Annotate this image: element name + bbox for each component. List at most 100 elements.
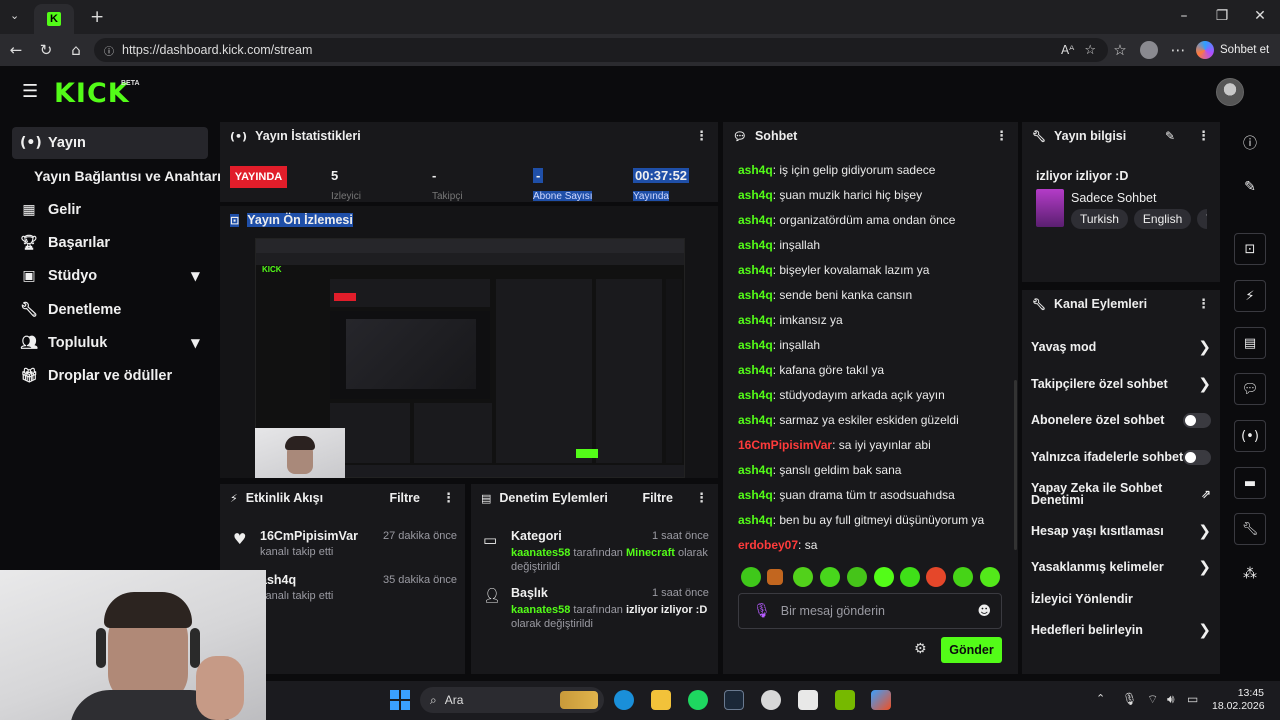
reload-icon[interactable]: ↻ [36, 40, 56, 60]
file-explorer-icon[interactable] [651, 690, 671, 710]
read-aloud-icon[interactable]: Aᴬ [1061, 43, 1074, 57]
action-account-age[interactable]: Hesap yaşı kısıtlaması ❯ [1031, 522, 1211, 540]
chat-username[interactable]: ash4q [738, 288, 773, 302]
chat-message-input[interactable]: 🎙︎ Bir mesaj gönderin ☻ [738, 593, 1002, 629]
chat-username[interactable]: ash4q [738, 488, 773, 502]
sidebar-item-gelir[interactable]: ▦ Gelir [12, 194, 208, 226]
nvidia-icon[interactable] [835, 690, 855, 710]
chat-username[interactable]: ash4q [738, 338, 773, 352]
more-options-icon[interactable]: ⋮ [995, 129, 1008, 144]
activity-filter-button[interactable]: Filtre [389, 491, 420, 505]
emote-icon[interactable] [980, 567, 1000, 587]
sidebar-item-studyo[interactable]: ▣ Stüdyo ▼ [12, 260, 208, 292]
action-set-goals[interactable]: Hedefleri belirleyin ❯ [1031, 621, 1211, 639]
volume-icon[interactable]: 🔊︎ [1167, 692, 1175, 707]
chat-username[interactable]: ash4q [738, 313, 773, 327]
broadcast-icon[interactable]: (•) [1234, 420, 1266, 452]
edit-pencil-icon[interactable]: ✎ [1165, 129, 1175, 143]
action-ai-moderation[interactable]: Yapay Zeka ile Sohbet Denetimi ⇗ [1031, 481, 1211, 507]
battery-icon[interactable]: ▭ [1187, 692, 1198, 706]
steam-icon[interactable] [724, 690, 744, 710]
sidebar-item-droplar[interactable]: 🎁︎ Droplar ve ödüller [12, 360, 208, 392]
activity-user[interactable]: 16CmPipisimVar [260, 529, 358, 543]
taskbar-clock[interactable]: 13:45 18.02.2026 [1212, 687, 1265, 713]
emote-icon[interactable] [847, 567, 867, 587]
edit-pencil-icon[interactable]: ✎ [1240, 179, 1260, 199]
layout-dots-icon[interactable]: ⁂ [1240, 566, 1260, 586]
more-options-icon[interactable]: ⋮ [695, 129, 708, 144]
tab-list-icon[interactable]: ⌄ [10, 9, 19, 22]
emoji-icon[interactable]: ☻ [977, 604, 991, 619]
home-icon[interactable]: ⌂ [66, 40, 86, 60]
more-options-icon[interactable]: ⋮ [1197, 129, 1210, 144]
taskbar-search[interactable]: ⌕ Ara [420, 687, 604, 713]
sidebar-item-topluluk[interactable]: 👥︎ Topluluk ▼ [12, 327, 208, 359]
info-icon[interactable]: ⓘ [1240, 133, 1260, 153]
emote-icon[interactable] [926, 567, 946, 587]
emotes-only-toggle[interactable] [1183, 449, 1211, 465]
user-avatar[interactable] [1216, 78, 1244, 106]
more-options-icon[interactable]: ⋮ [695, 491, 708, 506]
emote-icon[interactable] [741, 567, 761, 587]
chat-username[interactable]: ash4q [738, 263, 773, 277]
chat-bubble-icon[interactable]: 💬︎ [1234, 373, 1266, 405]
action-banned-words[interactable]: Yasaklanmış kelimeler ❯ [1031, 558, 1211, 576]
chat-username[interactable]: erdobey07 [738, 538, 798, 552]
emote-icon[interactable] [900, 567, 920, 587]
more-options-icon[interactable]: ⋮ [1197, 297, 1210, 312]
chat-username[interactable]: ash4q [738, 463, 773, 477]
moderation-log-icon[interactable]: ▤ [1234, 327, 1266, 359]
sidebar-item-stream-key[interactable]: Yayın Bağlantısı ve Anahtarı [26, 160, 226, 192]
action-followers-only[interactable]: Takipçilere özel sohbet ❯ [1031, 375, 1211, 393]
emote-icon[interactable] [793, 567, 813, 587]
chat-username[interactable]: ash4q [738, 388, 773, 402]
more-options-icon[interactable]: ⋯ [1168, 40, 1188, 60]
hamburger-menu-icon[interactable]: ☰ [22, 83, 38, 101]
capcut-icon[interactable] [798, 690, 818, 710]
activity-bolt-icon[interactable]: ⚡︎ [1234, 280, 1266, 312]
browser-tab[interactable]: K [34, 4, 74, 34]
wrench-icon[interactable]: 🔧︎ [1234, 513, 1266, 545]
store-icon[interactable] [871, 690, 891, 710]
emote-icon[interactable] [767, 569, 783, 585]
favorites-icon[interactable]: ☆ [1110, 40, 1130, 60]
edge-browser-icon[interactable] [614, 690, 634, 710]
chat-settings-gear-icon[interactable]: ⚙ [914, 641, 927, 657]
chat-username[interactable]: ash4q [738, 188, 773, 202]
chat-username[interactable]: ash4q [738, 238, 773, 252]
subscribers-only-toggle[interactable] [1183, 412, 1211, 428]
close-icon[interactable]: ✕ [1250, 8, 1270, 26]
moderation-filter-button[interactable]: Filtre [642, 491, 673, 505]
address-bar[interactable]: ⓘ https://dashboard.kick.com/stream Aᴬ ☆ [94, 38, 1108, 62]
profile-avatar[interactable] [1140, 41, 1158, 59]
emote-icon[interactable] [874, 567, 894, 587]
chat-username[interactable]: ash4q [738, 513, 773, 527]
tray-chevron-up-icon[interactable]: ⌃ [1096, 692, 1105, 705]
microphone-icon[interactable]: 🎙︎ [1122, 692, 1137, 706]
action-slow-mode[interactable]: Yavaş mod ❯ [1031, 338, 1211, 356]
windows-start-icon[interactable] [390, 690, 410, 710]
more-options-icon[interactable]: ⋮ [442, 491, 455, 506]
sidebar-item-basarilar[interactable]: 🏆︎ Başarılar [12, 227, 208, 259]
tag-chip[interactable]: T [1197, 209, 1207, 229]
chat-username[interactable]: 16CmPipisimVar [738, 438, 832, 452]
sidebar-item-denetleme[interactable]: 🔧︎ Denetleme [12, 294, 208, 326]
back-icon[interactable]: ← [6, 40, 26, 60]
emote-icon[interactable] [953, 567, 973, 587]
minimize-icon[interactable]: – [1174, 8, 1194, 26]
kick-logo[interactable]: KICK [54, 78, 130, 109]
preview-toggle-icon[interactable]: ⊡ [1234, 233, 1266, 265]
site-info-icon[interactable]: ⓘ [104, 43, 114, 58]
emote-icon[interactable] [820, 567, 840, 587]
stream-info-icon[interactable]: ▬ [1234, 467, 1266, 499]
new-tab-icon[interactable]: + [90, 7, 104, 27]
action-raid[interactable]: İzleyici Yönlendir [1031, 591, 1211, 607]
tag-chip[interactable]: Turkish [1071, 209, 1128, 229]
chat-username[interactable]: ash4q [738, 413, 773, 427]
chat-scrollbar[interactable] [1014, 380, 1017, 550]
maximize-icon[interactable]: ❐ [1212, 8, 1232, 26]
tag-chip[interactable]: English [1133, 209, 1192, 229]
obs-icon[interactable] [761, 690, 781, 710]
wifi-icon[interactable]: ⌔ [1147, 692, 1158, 707]
microphone-icon[interactable]: 🎙︎ [753, 603, 771, 619]
